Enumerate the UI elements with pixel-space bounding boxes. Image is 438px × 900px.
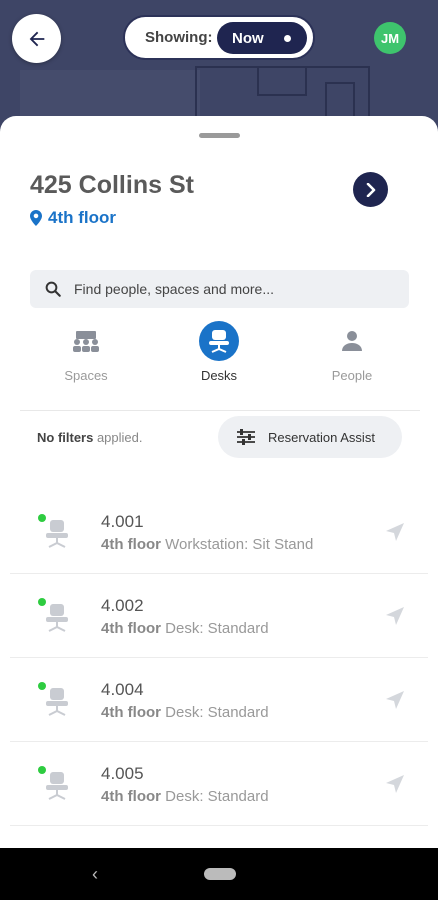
- building-details-button[interactable]: [353, 172, 388, 207]
- filter-row: No filters applied. Reservation Assist: [0, 416, 438, 460]
- tab-spaces[interactable]: Spaces: [26, 321, 146, 383]
- tab-people-label: People: [331, 368, 373, 383]
- desk-floor: 4th floor: [101, 536, 161, 553]
- now-indicator-dot: [284, 35, 291, 42]
- desk-details: 4th floor Desk: Standard: [101, 788, 269, 805]
- desk-chair-icon: [46, 688, 68, 716]
- person-icon: [342, 331, 362, 351]
- back-button[interactable]: [12, 14, 61, 63]
- tab-people[interactable]: People: [292, 321, 412, 383]
- floor-link[interactable]: 4th floor: [30, 208, 116, 228]
- desk-name: 4.004: [101, 680, 144, 699]
- desk-details: 4th floor Desk: Standard: [101, 704, 269, 721]
- tab-desks[interactable]: Desks: [159, 321, 279, 383]
- floor-label: 4th floor: [48, 208, 116, 227]
- filter-status: No filters applied.: [37, 430, 143, 445]
- time-filter-toggle[interactable]: Showing: Now: [123, 15, 315, 60]
- navigate-arrow-icon[interactable]: [385, 774, 405, 794]
- search-icon: [45, 281, 61, 297]
- category-tabs: Spaces Desks People: [20, 321, 420, 411]
- tab-desks-label: Desks: [200, 368, 238, 383]
- search-input[interactable]: Find people, spaces and more...: [30, 270, 409, 308]
- desk-floor: 4th floor: [101, 620, 161, 637]
- list-item[interactable]: 4.001 4th floor Workstation: Sit Stand: [10, 490, 428, 574]
- desk-chair-icon: [46, 604, 68, 632]
- desk-details: 4th floor Workstation: Sit Stand: [101, 536, 313, 553]
- desk-details: 4th floor Desk: Standard: [101, 620, 269, 637]
- filter-status-rest: applied.: [93, 430, 143, 445]
- desk-name: 4.002: [101, 596, 144, 615]
- system-back-icon[interactable]: ‹: [92, 864, 98, 885]
- showing-label: Showing:: [145, 29, 213, 46]
- desk-name: 4.001: [101, 512, 144, 531]
- navigate-arrow-icon[interactable]: [385, 522, 405, 542]
- desk-name: 4.005: [101, 764, 144, 783]
- search-placeholder: Find people, spaces and more...: [74, 281, 275, 297]
- desk-chair-icon: [46, 520, 68, 548]
- list-item[interactable]: 4.002 4th floor Desk: Standard: [10, 574, 428, 658]
- tab-spaces-label: Spaces: [64, 368, 108, 383]
- navigate-arrow-icon[interactable]: [385, 606, 405, 626]
- desk-type: Workstation: Sit Stand: [165, 536, 314, 553]
- desk-type: Desk: Standard: [165, 788, 269, 805]
- desk-type: Desk: Standard: [165, 704, 269, 721]
- location-sheet: 425 Collins St 4th floor Find people, sp…: [0, 116, 438, 848]
- reservation-assist-label: Reservation Assist: [268, 429, 375, 445]
- desk-type: Desk: Standard: [165, 620, 269, 637]
- desk-floor: 4th floor: [101, 704, 161, 721]
- meeting-room-icon: [73, 331, 99, 352]
- system-home-pill[interactable]: [204, 868, 236, 880]
- arrow-left-icon: [29, 31, 44, 46]
- system-navigation-bar: ‹: [0, 848, 438, 900]
- sliders-icon: [237, 429, 255, 445]
- filter-status-bold: No filters: [37, 430, 94, 445]
- desk-chair-icon: [46, 772, 68, 800]
- showing-value: Now: [232, 29, 264, 47]
- building-title: 425 Collins St: [30, 171, 194, 199]
- desk-floor: 4th floor: [101, 788, 161, 805]
- showing-now-pill[interactable]: Now: [217, 22, 307, 54]
- user-avatar[interactable]: JM: [374, 22, 406, 54]
- desk-list: 4.001 4th floor Workstation: Sit Stand 4…: [10, 490, 428, 826]
- location-pin-icon: [30, 210, 42, 226]
- chevron-right-icon: [366, 182, 375, 197]
- list-item[interactable]: 4.005 4th floor Desk: Standard: [10, 742, 428, 826]
- list-item[interactable]: 4.004 4th floor Desk: Standard: [10, 658, 428, 742]
- reservation-assist-button[interactable]: Reservation Assist: [218, 416, 402, 458]
- chair-icon: [209, 330, 229, 353]
- sheet-drag-handle[interactable]: [199, 133, 240, 138]
- navigate-arrow-icon[interactable]: [385, 690, 405, 710]
- map-area-shade: [20, 70, 200, 120]
